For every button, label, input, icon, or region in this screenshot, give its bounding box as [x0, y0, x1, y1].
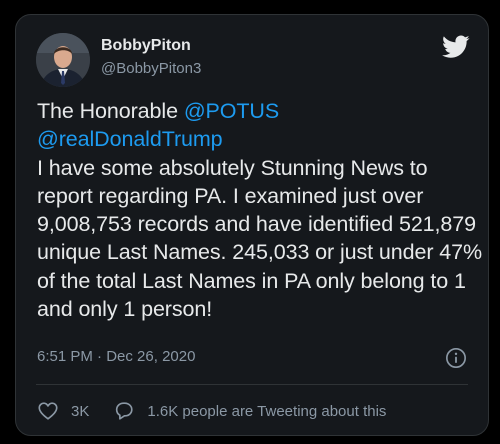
info-icon[interactable]	[445, 347, 467, 369]
reply-button[interactable]: 1.6K people are Tweeting about this	[113, 400, 386, 422]
tweet-date: Dec 26, 2020	[106, 348, 196, 365]
tweet-text-prefix: The Honorable	[37, 99, 184, 123]
tweet-actions: 3K 1.6K people are Tweeting about this	[37, 399, 386, 423]
divider	[36, 384, 468, 385]
tweet-body: I have some absolutely Stunning News to …	[37, 155, 483, 322]
avatar-image	[36, 33, 90, 87]
tweet-timestamp[interactable]: 6:51 PM · Dec 26, 2020	[37, 348, 195, 365]
heart-icon	[38, 402, 58, 420]
twitter-bird-icon[interactable]	[442, 35, 470, 59]
tweet-time: 6:51 PM	[37, 348, 93, 365]
like-count: 3K	[71, 402, 90, 420]
tweet-card[interactable]: BobbyPiton @BobbyPiton3 The Honorable @P…	[15, 14, 489, 436]
avatar[interactable]	[36, 33, 90, 87]
reply-summary: 1.6K people are Tweeting about this	[147, 402, 387, 420]
author-name[interactable]: BobbyPiton	[101, 37, 191, 55]
like-button[interactable]: 3K	[37, 400, 89, 422]
mention-realdonaldtrump-link[interactable]: @realDonaldTrump	[37, 127, 223, 151]
mention-potus-link[interactable]: @POTUS	[184, 99, 279, 123]
meta-separator: ·	[92, 348, 107, 365]
speech-bubble-icon	[116, 402, 133, 420]
author-handle[interactable]: @BobbyPiton3	[101, 60, 201, 77]
tweet-text: The Honorable @POTUS @realDonaldTrump I …	[37, 97, 482, 323]
